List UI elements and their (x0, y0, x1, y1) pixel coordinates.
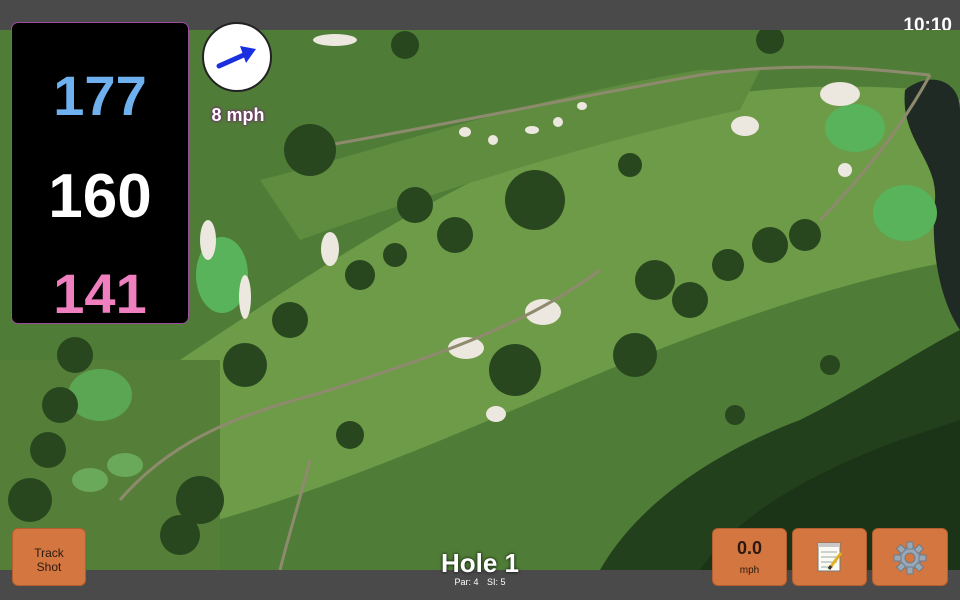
hole-title: Hole 1 (440, 548, 520, 578)
yardage-panel: 177 160 141 (11, 22, 189, 325)
middle-distance: 160 (48, 162, 152, 231)
front-distance: 141 (53, 262, 147, 325)
settings-button[interactable] (872, 528, 948, 586)
speed-unit: mph (739, 565, 760, 576)
track-shot-button[interactable]: Track Shot (12, 528, 86, 586)
speed-value: 0.0 (736, 538, 763, 558)
notepad-icon (817, 542, 843, 572)
stroke-index-label: SI: 5 (487, 577, 506, 587)
notes-button[interactable] (792, 528, 867, 586)
wind-speed: 8 mph (211, 105, 265, 125)
back-distance: 177 (53, 64, 147, 127)
track-shot-label-line2: Shot (36, 560, 62, 574)
speed-button[interactable]: 0.0 mph (712, 528, 787, 586)
track-shot-label-line1: Track (34, 546, 64, 560)
hole-meta: Par: 4 SI: 5 (380, 577, 580, 587)
gear-icon (893, 541, 927, 575)
wind-arrow-icon (216, 46, 256, 69)
par-label: Par: 4 (454, 577, 479, 587)
wind-indicator (202, 22, 272, 92)
